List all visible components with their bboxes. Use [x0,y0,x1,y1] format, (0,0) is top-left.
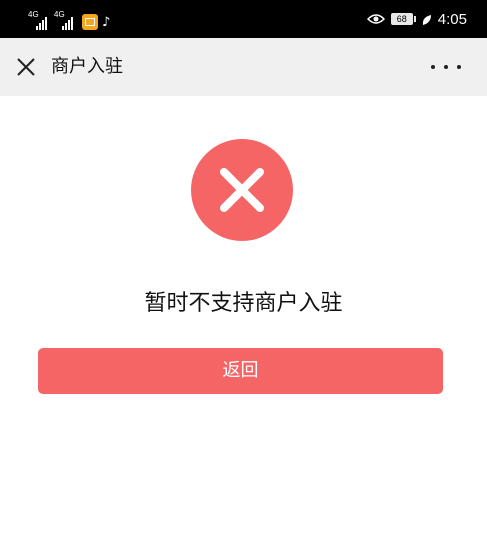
signal-icon: 4G [54,11,76,30]
nav-bar: 商户入驻 [0,38,487,96]
status-bar: 4G 4G ♪ 68 4:05 [0,0,487,38]
error-message: 暂时不支持商户入驻 [144,291,343,316]
more-icon-dot [457,65,461,69]
battery-icon: 68 [390,13,413,25]
eye-icon [366,13,385,25]
status-left: 4G 4G ♪ [28,10,116,30]
signal-icon: 4G [28,11,50,30]
back-button[interactable]: 返回 [38,348,443,394]
close-icon [17,58,35,76]
more-button[interactable] [431,56,461,78]
battery-tip [413,16,416,22]
more-icon-dot [431,65,435,69]
error-icon [191,139,293,241]
page-title: 商户入驻 [51,56,123,77]
clock: 4:05 [437,10,467,28]
close-button[interactable] [14,55,38,79]
mail-app-icon [82,14,98,30]
tiktok-app-icon: ♪ [102,15,111,30]
more-icon-dot [444,65,448,69]
battery-level: 68 [396,14,407,24]
leaf-icon [422,13,432,25]
main-content: 暂时不支持商户入驻 返回 [0,96,487,545]
status-right: 68 4:05 [366,9,467,29]
